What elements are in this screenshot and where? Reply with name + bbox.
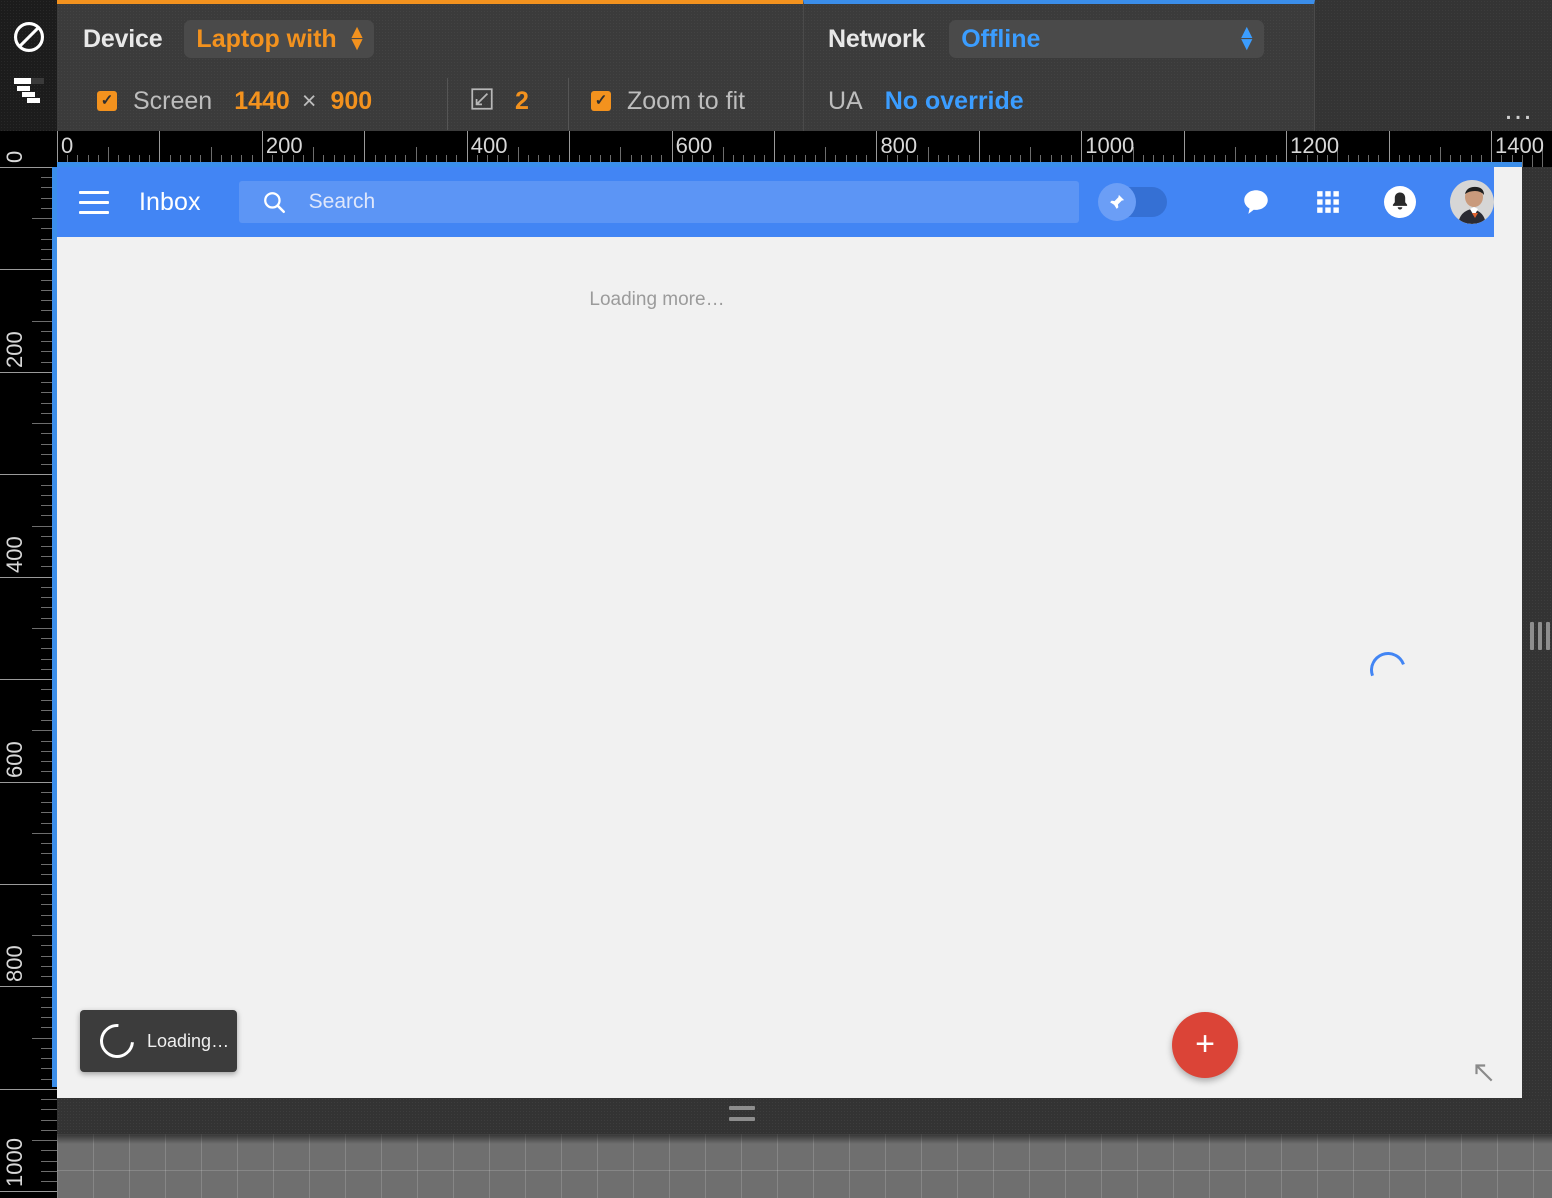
toast-nub <box>71 1034 87 1050</box>
ruler-tick-label: 600 <box>2 740 27 778</box>
search-icon <box>239 189 309 215</box>
chevron-updown-icon: ▲ ▼ <box>1237 22 1257 55</box>
toast-label: Loading… <box>147 1030 230 1051</box>
dimension-separator: × <box>301 86 317 115</box>
dpr-icon <box>469 86 495 117</box>
ruler-tick-label: 1000 <box>1085 133 1135 158</box>
toolbar-action-icons <box>1234 180 1494 224</box>
hamburger-menu-icon[interactable] <box>79 190 109 214</box>
horizontal-ruler: 0 200 400 600 800 1000 1200 1400 <box>0 131 1552 167</box>
viewport-gap <box>1494 167 1522 1098</box>
chevron-updown-icon: ▲ ▼ <box>347 22 367 55</box>
more-options-icon[interactable]: … <box>1503 95 1536 125</box>
vertical-ruler: 0 200 400 600 800 1000 <box>0 131 57 1198</box>
ruler-tick-label: 600 <box>675 133 713 158</box>
compose-fab-button[interactable]: + <box>1172 1012 1238 1078</box>
horizontal-resize-handle[interactable] <box>729 1106 755 1121</box>
block-icon[interactable] <box>0 20 57 59</box>
device-settings-panel: Device Laptop with HiDPI s ▲▼ ✓ Screen 1… <box>57 0 803 131</box>
pin-icon <box>1097 183 1136 221</box>
search-input[interactable]: Search <box>238 181 1079 223</box>
resize-nwse-icon[interactable] <box>1470 1059 1496 1090</box>
pin-toggle[interactable] <box>1097 183 1167 221</box>
vertical-resize-handle[interactable] <box>1530 620 1550 652</box>
network-throttling-value: Offline <box>961 24 1041 53</box>
ruler-tick-label: 200 <box>265 133 303 158</box>
ruler-tick-label: 1200 <box>1290 133 1340 158</box>
screen-height-input[interactable]: 900 <box>330 87 372 116</box>
device-select-value: Laptop with HiDPI s <box>196 24 339 53</box>
page-title: Inbox <box>139 187 201 216</box>
apps-grid-icon[interactable] <box>1306 180 1350 224</box>
device-select[interactable]: Laptop with HiDPI s ▲▼ <box>184 20 375 58</box>
zoom-to-fit-checkbox[interactable]: ✓ <box>591 91 611 111</box>
device-layers-icon[interactable] <box>0 76 57 111</box>
ruler-tick-label: 800 <box>880 133 918 158</box>
device-viewport: Inbox Search Loading more… Loading… + <box>57 167 1522 1098</box>
loading-spinner-icon <box>1364 646 1412 694</box>
zoom-to-fit-label: Zoom to fit <box>627 86 746 115</box>
bottom-bar <box>57 1098 1552 1134</box>
loading-toast: Loading… <box>71 1010 237 1072</box>
search-placeholder: Search <box>308 190 376 213</box>
ua-label: UA <box>828 86 863 115</box>
ua-value[interactable]: No override <box>885 87 1024 116</box>
ruler-tick-label: 400 <box>470 133 508 158</box>
network-settings-panel: Network Offline ▲ ▼ UA No override <box>803 0 1315 131</box>
app-toolbar: Inbox Search <box>57 167 1522 237</box>
plus-icon: + <box>1195 1024 1215 1063</box>
ruler-tick-label: 200 <box>2 331 27 368</box>
bell-icon[interactable] <box>1378 180 1422 224</box>
network-throttling-select[interactable]: Offline ▲ ▼ <box>949 20 1265 58</box>
toolbar-overflow-panel: … <box>1315 0 1552 131</box>
screen-checkbox[interactable]: ✓ <box>97 91 117 111</box>
speech-bubble-icon[interactable] <box>1234 180 1278 224</box>
ruler-tick-label: 1400 <box>1495 133 1544 158</box>
ruler-tick-label: 800 <box>2 945 27 983</box>
user-avatar[interactable] <box>1450 180 1494 224</box>
toolbar-left-rail <box>0 0 57 131</box>
screen-width-input[interactable]: 1440 <box>234 87 290 116</box>
screen-label: Screen <box>133 86 213 115</box>
network-label: Network <box>828 24 926 53</box>
ruler-tick-label: 400 <box>2 536 27 573</box>
ruler-tick-label: 0 <box>2 150 27 163</box>
loading-more-label: Loading more… <box>589 289 725 310</box>
ruler-tick-label: 0 <box>61 133 74 158</box>
device-label: Device <box>83 24 163 53</box>
dpr-value[interactable]: 2 <box>515 87 529 116</box>
ruler-tick-label: 1000 <box>2 1138 27 1188</box>
devtools-device-mode-screenshot: Device Laptop with HiDPI s ▲▼ ✓ Screen 1… <box>0 0 1552 1198</box>
device-toolbar: Device Laptop with HiDPI s ▲▼ ✓ Screen 1… <box>0 0 1552 131</box>
toast-spinner-icon <box>93 1017 141 1065</box>
transparency-grid-background <box>57 1134 1552 1198</box>
